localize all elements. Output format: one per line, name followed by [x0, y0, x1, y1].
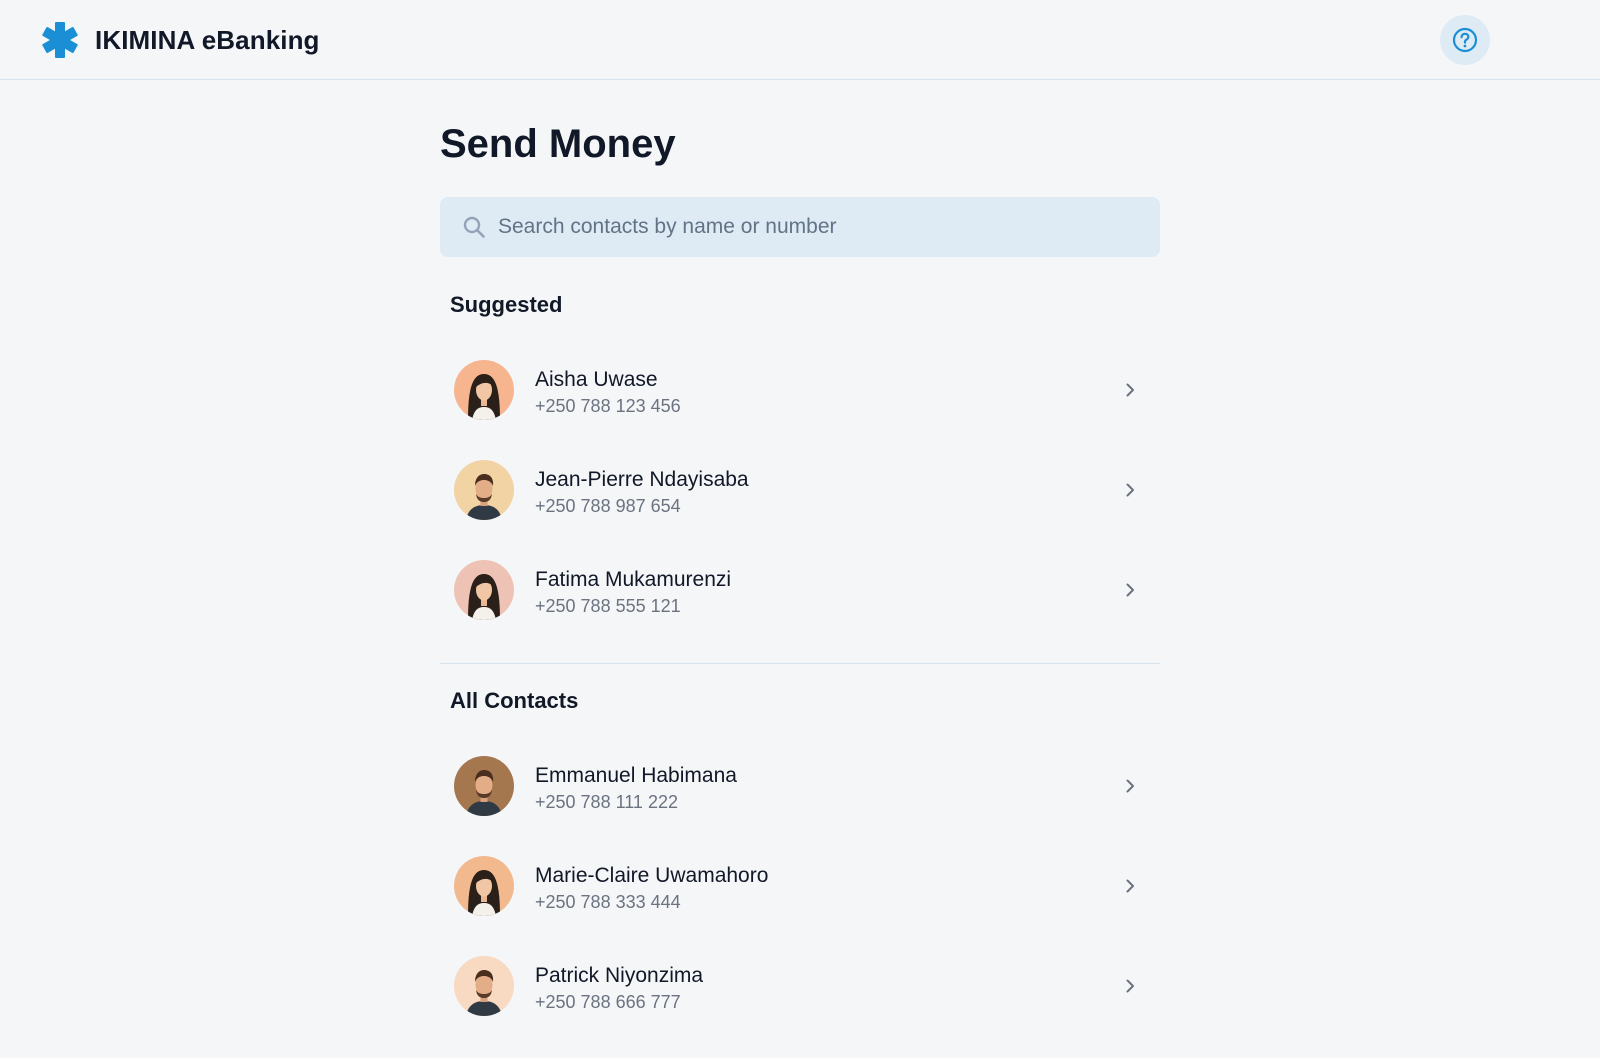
- asterisk-logo-icon: [42, 22, 78, 58]
- contact-phone: +250 788 987 654: [535, 496, 681, 516]
- help-circle-icon: [1452, 27, 1478, 53]
- all-contacts-list: Emmanuel Habimana +250 788 111 222 Marie-C…: [440, 736, 1160, 1036]
- contact-name: Patrick Niyonzima: [535, 964, 704, 987]
- search-icon: [463, 216, 485, 238]
- chevron-right-icon: [1120, 976, 1140, 996]
- avatar: [454, 756, 514, 816]
- contact-row[interactable]: Emmanuel Habimana +250 788 111 222: [440, 736, 1160, 836]
- chevron-right-icon: [1120, 876, 1140, 896]
- help-button[interactable]: [1440, 15, 1490, 65]
- contact-row[interactable]: Fatima Mukamurenzi +250 788 555 121: [440, 540, 1160, 640]
- avatar: [454, 856, 514, 916]
- contact-name: Marie-Claire Uwamahoro: [535, 864, 769, 887]
- contact-name: Emmanuel Habimana: [535, 764, 737, 787]
- suggested-heading: Suggested: [450, 292, 563, 317]
- contact-phone: +250 788 333 444: [535, 892, 681, 912]
- send-money-panel: Send Money Suggested Aisha Uwase +250 788…: [440, 80, 1160, 1036]
- contact-row[interactable]: Patrick Niyonzima +250 788 666 777: [440, 936, 1160, 1036]
- contact-phone: +250 788 111 222: [535, 792, 678, 812]
- chevron-right-icon: [1120, 480, 1140, 500]
- contact-name: Jean-Pierre Ndayisaba: [535, 468, 749, 491]
- search-box[interactable]: [440, 197, 1160, 257]
- avatar: [454, 956, 514, 1016]
- contact-phone: +250 788 555 121: [535, 596, 681, 616]
- chevron-right-icon: [1120, 580, 1140, 600]
- section-divider: [440, 663, 1160, 664]
- chevron-right-icon: [1120, 776, 1140, 796]
- contact-row[interactable]: Marie-Claire Uwamahoro +250 788 333 444: [440, 836, 1160, 936]
- avatar: [454, 560, 514, 620]
- contact-phone: +250 788 123 456: [535, 396, 681, 416]
- all-contacts-heading: All Contacts: [450, 688, 579, 713]
- brand[interactable]: IKIMINA eBanking: [40, 20, 320, 60]
- contact-name: Fatima Mukamurenzi: [535, 568, 732, 591]
- avatar: [454, 360, 514, 420]
- contact-row[interactable]: Jean-Pierre Ndayisaba +250 788 987 654: [440, 440, 1160, 540]
- app-title: IKIMINA eBanking: [95, 24, 320, 55]
- suggested-list: Aisha Uwase +250 788 123 456 Jean-Pierre N…: [440, 340, 1160, 640]
- top-bar: IKIMINA eBanking: [0, 0, 1600, 80]
- search-input[interactable]: [498, 197, 1138, 257]
- contact-phone: +250 788 666 777: [535, 992, 681, 1012]
- page-title: Send Money: [440, 122, 676, 166]
- contact-row[interactable]: Aisha Uwase +250 788 123 456: [440, 340, 1160, 440]
- contact-name: Aisha Uwase: [535, 368, 658, 391]
- avatar: [454, 460, 514, 520]
- chevron-right-icon: [1120, 380, 1140, 400]
